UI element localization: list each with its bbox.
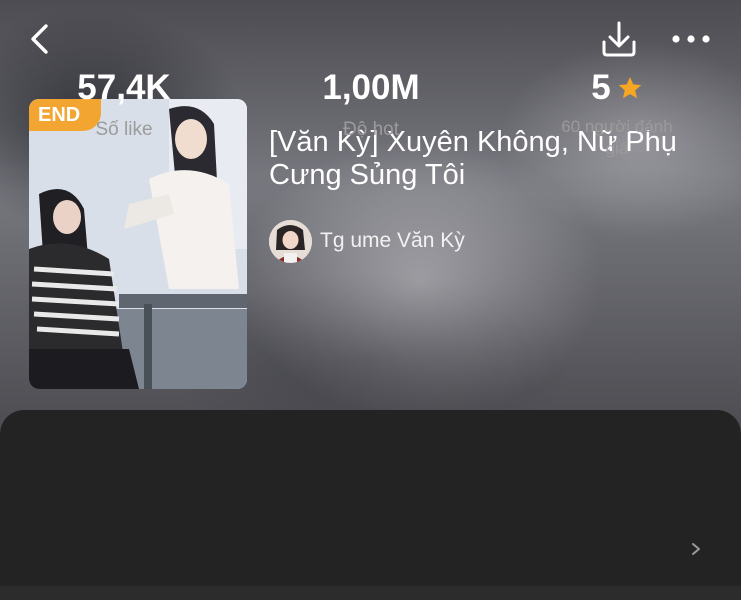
rating-stat[interactable]: 5 60 người đánh giá	[517, 68, 717, 160]
rating-value-row: 5	[517, 68, 717, 108]
likes-label: Số like	[95, 119, 153, 140]
book-cover[interactable]: END	[29, 99, 247, 389]
rating-count-label: 60 người đánh giá	[561, 117, 673, 158]
download-icon	[602, 21, 636, 57]
avatar-image	[269, 219, 312, 263]
chevron-right-icon[interactable]	[689, 539, 703, 559]
download-button[interactable]	[600, 20, 638, 58]
star-icon	[618, 76, 642, 99]
more-horizontal-icon	[672, 35, 710, 43]
cover-illustration	[29, 99, 247, 389]
author-avatar[interactable]	[269, 219, 312, 263]
likes-value: 57,4K	[77, 68, 171, 107]
rating-value: 5	[591, 68, 611, 107]
author-row[interactable]: Tg ume Văn Kỳ	[269, 219, 465, 263]
likes-stat: 57,4K Số like	[24, 68, 224, 142]
back-button[interactable]	[26, 22, 56, 56]
more-options-button[interactable]	[670, 26, 712, 52]
stats-panel	[0, 410, 741, 600]
chevron-left-icon	[31, 24, 48, 54]
bottom-divider	[0, 586, 741, 600]
author-name[interactable]: Tg ume Văn Kỳ	[320, 229, 465, 253]
hot-label: Độ hot	[343, 119, 399, 140]
hot-value: 1,00M	[322, 68, 420, 107]
hot-stat: 1,00M Độ hot	[271, 68, 471, 142]
